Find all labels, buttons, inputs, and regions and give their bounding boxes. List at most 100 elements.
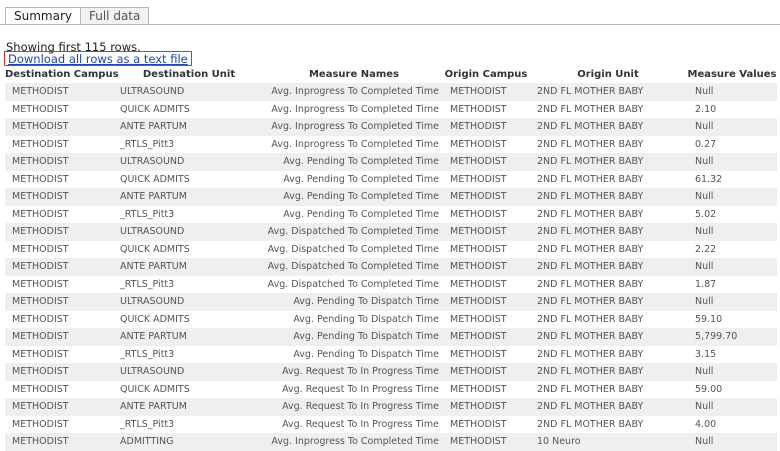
cell-measure: Avg. Dispatched To Completed Time bbox=[267, 243, 439, 255]
cell-value: Null bbox=[687, 188, 777, 206]
cell-value: 1.87 bbox=[695, 278, 717, 290]
table-row: METHODIST _RTLS_Pitt3 Avg. Dispatched To C… bbox=[5, 276, 777, 294]
cell-value: 4.00 bbox=[695, 418, 717, 430]
cell-measure: Avg. Inprogress To Completed Time bbox=[271, 103, 439, 115]
cell-destination-campus: METHODIST bbox=[5, 118, 113, 136]
cell-value: 2.22 bbox=[695, 243, 717, 255]
table-row: METHODIST ANTE PARTUM Avg. Dispatched To C… bbox=[5, 258, 777, 276]
column-header-origin-unit[interactable]: Origin Unit bbox=[529, 66, 687, 83]
cell-measure: Avg. Dispatched To Completed Time bbox=[265, 223, 443, 241]
cell-origin-unit: 2ND FL MOTHER BABY bbox=[537, 103, 644, 115]
cell-origin-campus: METHODIST bbox=[450, 208, 507, 220]
cell-destination-campus: METHODIST bbox=[12, 208, 69, 220]
cell-origin-unit: 2ND FL MOTHER BABY bbox=[537, 243, 644, 255]
cell-origin-campus: METHODIST bbox=[450, 278, 507, 290]
cell-origin-unit: 2ND FL MOTHER BABY bbox=[529, 328, 687, 346]
table-row: METHODIST QUICK ADMITS Avg. Pending To Com… bbox=[5, 171, 777, 189]
cell-origin-unit: 2ND FL MOTHER BABY bbox=[529, 398, 687, 416]
cell-destination-campus: METHODIST bbox=[12, 383, 69, 395]
table-row: METHODIST ULTRASOUND Avg. Dispatched To Co… bbox=[5, 223, 777, 241]
cell-destination-unit: ULTRASOUND bbox=[113, 153, 265, 171]
cell-origin-unit: 2ND FL MOTHER BABY bbox=[537, 418, 644, 430]
table-row: METHODIST ADMITTING Avg. Inprogress To Com… bbox=[5, 433, 777, 451]
cell-value: 0.27 bbox=[695, 138, 717, 150]
tab-divider bbox=[0, 24, 780, 25]
cell-destination-unit: ANTE PARTUM bbox=[113, 118, 265, 136]
cell-destination-unit: QUICK ADMITS bbox=[120, 243, 190, 255]
cell-value: Null bbox=[687, 398, 777, 416]
cell-origin-campus: METHODIST bbox=[450, 173, 507, 185]
cell-destination-campus: METHODIST bbox=[5, 293, 113, 311]
tab-summary[interactable]: Summary bbox=[5, 7, 81, 25]
column-header-destination-campus[interactable]: Destination Campus bbox=[5, 66, 119, 83]
cell-destination-unit: QUICK ADMITS bbox=[120, 103, 190, 115]
cell-origin-unit: 2ND FL MOTHER BABY bbox=[529, 83, 687, 101]
table-row: METHODIST _RTLS_Pitt3 Avg. Request To In P… bbox=[5, 416, 777, 434]
table-row: METHODIST QUICK ADMITS Avg. Dispatched To … bbox=[5, 241, 777, 259]
cell-destination-unit: _RTLS_Pitt3 bbox=[120, 208, 175, 220]
cell-destination-campus: METHODIST bbox=[5, 433, 113, 451]
table-row: METHODIST ANTE PARTUM Avg. Pending To Comp… bbox=[5, 188, 777, 206]
cell-value: Null bbox=[687, 153, 777, 171]
cell-destination-campus: METHODIST bbox=[5, 258, 113, 276]
cell-measure: Avg. Pending To Dispatch Time bbox=[293, 348, 439, 360]
column-header-destination-unit[interactable]: Destination Unit bbox=[113, 66, 265, 83]
cell-origin-unit: 2ND FL MOTHER BABY bbox=[537, 278, 644, 290]
column-header-measure-values[interactable]: Measure Values bbox=[687, 66, 777, 83]
cell-value: Null bbox=[687, 293, 777, 311]
cell-value: 2.10 bbox=[695, 103, 717, 115]
cell-origin-unit: 10 Neuro bbox=[529, 433, 687, 451]
cell-measure: Avg. Request To In Progress Time bbox=[265, 398, 443, 416]
cell-destination-unit: QUICK ADMITS bbox=[120, 313, 190, 325]
view-tabs: Summary Full data bbox=[5, 7, 150, 25]
cell-value: Null bbox=[687, 258, 777, 276]
cell-destination-unit: _RTLS_Pitt3 bbox=[120, 138, 175, 150]
cell-origin-unit: 2ND FL MOTHER BABY bbox=[529, 153, 687, 171]
cell-value: Null bbox=[687, 83, 777, 101]
cell-destination-campus: METHODIST bbox=[12, 278, 69, 290]
cell-value: Null bbox=[687, 118, 777, 136]
cell-value: 3.15 bbox=[695, 348, 717, 360]
table-row: METHODIST QUICK ADMITS Avg. Request To In … bbox=[5, 381, 777, 399]
tab-full-data[interactable]: Full data bbox=[80, 7, 150, 24]
cell-destination-campus: METHODIST bbox=[12, 103, 69, 115]
cell-origin-unit: 2ND FL MOTHER BABY bbox=[529, 118, 687, 136]
cell-value: 5.02 bbox=[695, 208, 717, 220]
cell-origin-campus: METHODIST bbox=[443, 153, 529, 171]
table-row: METHODIST QUICK ADMITS Avg. Inprogress To … bbox=[5, 101, 777, 119]
cell-origin-campus: METHODIST bbox=[450, 348, 507, 360]
cell-value: Null bbox=[687, 363, 777, 381]
table-row: METHODIST ULTRASOUND Avg. Request To In Pr… bbox=[5, 363, 777, 381]
cell-measure: Avg. Inprogress To Completed Time bbox=[265, 433, 443, 451]
cell-origin-campus: METHODIST bbox=[450, 383, 507, 395]
cell-value: 59.10 bbox=[695, 313, 723, 325]
cell-origin-campus: METHODIST bbox=[443, 118, 529, 136]
cell-destination-unit: ULTRASOUND bbox=[113, 363, 265, 381]
cell-measure: Avg. Request To In Progress Time bbox=[265, 363, 443, 381]
cell-origin-unit: 2ND FL MOTHER BABY bbox=[537, 383, 644, 395]
cell-destination-campus: METHODIST bbox=[5, 223, 113, 241]
table-row: METHODIST _RTLS_Pitt3 Avg. Pending To Comp… bbox=[5, 206, 777, 224]
table-row: METHODIST ANTE PARTUM Avg. Inprogress To C… bbox=[5, 118, 777, 136]
table-row: METHODIST _RTLS_Pitt3 Avg. Inprogress To C… bbox=[5, 136, 777, 154]
column-header-origin-campus[interactable]: Origin Campus bbox=[443, 66, 529, 83]
cell-origin-campus: METHODIST bbox=[450, 243, 507, 255]
cell-measure: Avg. Pending To Completed Time bbox=[265, 188, 443, 206]
cell-origin-campus: METHODIST bbox=[443, 83, 529, 101]
cell-measure: Avg. Request To In Progress Time bbox=[282, 383, 439, 395]
table-row: METHODIST ULTRASOUND Avg. Pending To Compl… bbox=[5, 153, 777, 171]
cell-origin-campus: METHODIST bbox=[443, 433, 529, 451]
column-header-measure-names[interactable]: Measure Names bbox=[265, 66, 443, 83]
cell-value: 61.32 bbox=[695, 173, 723, 185]
download-all-rows-link[interactable]: Download all rows as a text file bbox=[4, 51, 192, 66]
cell-origin-campus: METHODIST bbox=[443, 258, 529, 276]
cell-destination-campus: METHODIST bbox=[5, 188, 113, 206]
cell-destination-campus: METHODIST bbox=[12, 418, 69, 430]
cell-destination-campus: METHODIST bbox=[12, 243, 69, 255]
cell-origin-unit: 2ND FL MOTHER BABY bbox=[537, 208, 644, 220]
cell-origin-campus: METHODIST bbox=[450, 138, 507, 150]
cell-destination-campus: METHODIST bbox=[5, 363, 113, 381]
cell-measure: Avg. Pending To Dispatch Time bbox=[265, 293, 443, 311]
cell-destination-campus: METHODIST bbox=[12, 348, 69, 360]
cell-destination-unit: ANTE PARTUM bbox=[113, 328, 265, 346]
